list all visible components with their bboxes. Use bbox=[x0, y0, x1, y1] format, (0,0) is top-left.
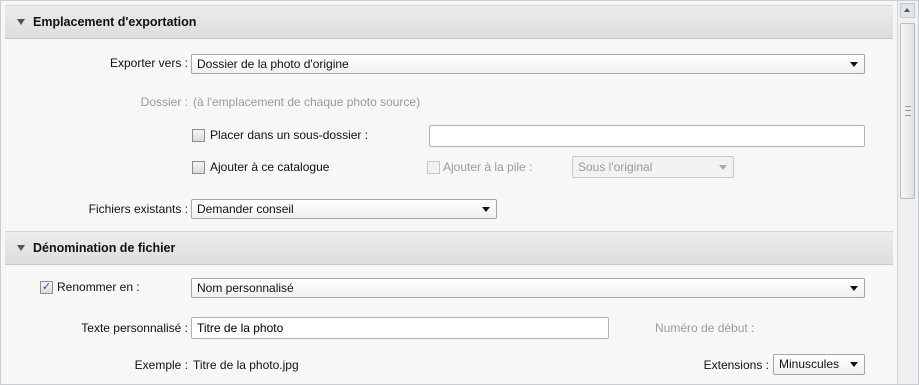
grip-icon bbox=[905, 106, 911, 116]
folder-value: (à l'emplacement de chaque photo source) bbox=[193, 95, 421, 109]
add-stack-label: Ajouter à la pile : bbox=[443, 160, 533, 174]
rename-checkbox[interactable]: ✓ bbox=[40, 281, 53, 294]
example-label: Exemple : bbox=[134, 358, 188, 372]
extensions-label: Extensions : bbox=[703, 358, 769, 372]
subfolder-input[interactable] bbox=[429, 125, 865, 147]
existing-files-dropdown[interactable]: Demander conseil bbox=[191, 199, 497, 219]
export-dialog-panel: Emplacement d'exportation Exporter vers … bbox=[0, 0, 919, 385]
export-to-dropdown[interactable]: Dossier de la photo d'origine bbox=[191, 54, 865, 74]
export-location-section: Exporter vers : Dossier de la photo d'or… bbox=[5, 39, 893, 231]
subfolder-label: Placer dans un sous-dossier : bbox=[210, 128, 369, 142]
custom-text-label: Texte personnalisé : bbox=[81, 321, 188, 335]
checkmark-icon: ✓ bbox=[41, 281, 52, 293]
dropdown-arrow-icon bbox=[719, 165, 727, 170]
dropdown-arrow-icon bbox=[482, 207, 490, 212]
file-naming-header[interactable]: Dénomination de fichier bbox=[5, 231, 893, 265]
extensions-dropdown[interactable]: Minuscules bbox=[773, 354, 865, 375]
export-location-title: Emplacement d'exportation bbox=[33, 15, 197, 29]
file-naming-section: ✓ Renommer en : Nom personnalisé Texte p… bbox=[5, 265, 893, 384]
stack-position-value: Sous l'original bbox=[578, 160, 653, 174]
export-location-header[interactable]: Emplacement d'exportation bbox=[5, 5, 893, 39]
chevron-up-icon bbox=[904, 8, 910, 12]
start-number-label: Numéro de début : bbox=[655, 321, 755, 335]
export-to-value: Dossier de la photo d'origine bbox=[197, 57, 349, 71]
existing-files-value: Demander conseil bbox=[197, 202, 294, 216]
custom-text-input[interactable] bbox=[191, 317, 609, 339]
rename-template-value: Nom personnalisé bbox=[197, 281, 294, 295]
extensions-value: Minuscules bbox=[779, 357, 840, 371]
file-naming-title: Dénomination de fichier bbox=[33, 241, 176, 255]
vertical-scrollbar[interactable] bbox=[897, 1, 918, 384]
export-to-label: Exporter vers : bbox=[109, 56, 188, 70]
dropdown-arrow-icon bbox=[850, 286, 858, 291]
dropdown-arrow-icon bbox=[850, 362, 858, 367]
add-stack-checkbox[interactable] bbox=[427, 161, 440, 174]
example-value: Titre de la photo.jpg bbox=[193, 358, 299, 372]
subfolder-checkbox[interactable] bbox=[192, 129, 205, 142]
scroll-thumb[interactable] bbox=[900, 23, 915, 199]
existing-files-label: Fichiers existants : bbox=[88, 202, 188, 216]
stack-position-dropdown[interactable]: Sous l'original bbox=[572, 156, 734, 178]
dropdown-arrow-icon bbox=[850, 62, 858, 67]
add-catalog-checkbox[interactable] bbox=[192, 161, 205, 174]
scroll-up-button[interactable] bbox=[900, 3, 915, 18]
rename-template-dropdown[interactable]: Nom personnalisé bbox=[191, 278, 865, 298]
collapse-triangle-icon[interactable] bbox=[17, 19, 25, 25]
folder-label: Dossier : bbox=[140, 95, 188, 109]
rename-label: Renommer en : bbox=[57, 280, 140, 294]
add-catalog-label: Ajouter à ce catalogue bbox=[210, 160, 330, 174]
collapse-triangle-icon[interactable] bbox=[17, 245, 25, 251]
